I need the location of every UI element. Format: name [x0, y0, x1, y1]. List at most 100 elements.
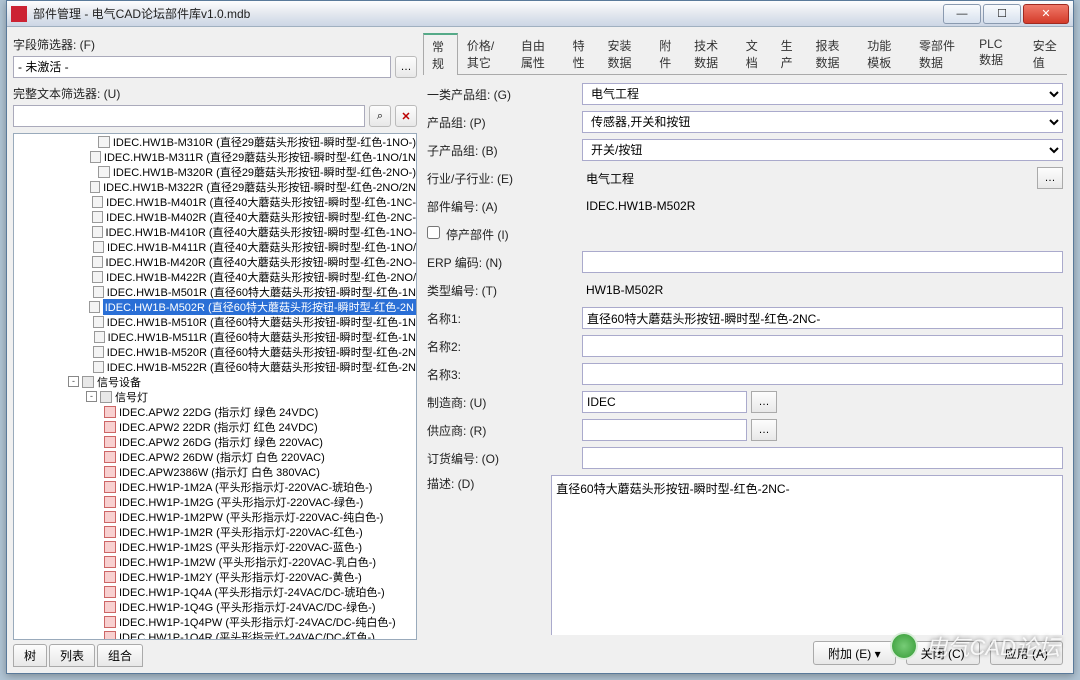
detail-tab[interactable]: 附件: [650, 33, 685, 74]
part-icon: [94, 331, 105, 343]
industry-value: 电气工程: [582, 170, 1033, 187]
tree-node-label: IDEC.HW1B-M510R (直径60特大蘑菇头形按钮-瞬时型-红色-1N: [107, 314, 416, 330]
fulltext-filter-input[interactable]: [13, 105, 365, 127]
discontinued-label: 停产部件 (I): [446, 228, 509, 242]
detail-tab[interactable]: 价格/其它: [458, 33, 512, 74]
detail-tab[interactable]: 技术数据: [685, 33, 737, 74]
detail-tab[interactable]: 生产: [772, 33, 807, 74]
apply-button[interactable]: 应用 (A): [990, 641, 1063, 665]
search-button[interactable]: ⌕: [369, 105, 391, 127]
close-button[interactable]: ✕: [1023, 4, 1069, 24]
tree-node[interactable]: IDEC.HW1P-1M2S (平头形指示灯-220VAC-蓝色-): [14, 539, 416, 554]
tree-node-label: IDEC.HW1B-M401R (直径40大蘑菇头形按钮-瞬时型-红色-1NC-: [106, 194, 416, 210]
tree-node[interactable]: IDEC.APW2 22DG (指示灯 绿色 24VDC): [14, 404, 416, 419]
extras-button[interactable]: 附加 (E) ▾: [813, 641, 896, 665]
order-input[interactable]: [582, 447, 1063, 469]
lamp-icon: [104, 421, 116, 433]
tree-node[interactable]: IDEC.HW1B-M511R (直径60特大蘑菇头形按钮-瞬时型-红色-1N: [14, 329, 416, 344]
detail-tab[interactable]: PLC 数据: [970, 33, 1024, 74]
tree-node[interactable]: IDEC.HW1P-1M2PW (平头形指示灯-220VAC-纯白色-): [14, 509, 416, 524]
tree-node-label: IDEC.HW1B-M501R (直径60特大蘑菇头形按钮-瞬时型-红色-1N: [107, 284, 416, 300]
detail-tab[interactable]: 自由属性: [512, 33, 564, 74]
expand-toggle-icon[interactable]: -: [68, 376, 79, 387]
bottom-tab[interactable]: 树: [13, 644, 47, 667]
tree-node[interactable]: -信号设备: [14, 374, 416, 389]
detail-tab[interactable]: 零部件数据: [910, 33, 970, 74]
tree-node[interactable]: IDEC.HW1P-1Q4PW (平头形指示灯-24VAC/DC-纯白色-): [14, 614, 416, 629]
tree-node[interactable]: IDEC.HW1B-M322R (直径29蘑菇头形按钮-瞬时型-红色-2NO/2…: [14, 179, 416, 194]
name3-input[interactable]: [582, 363, 1063, 385]
tree-node[interactable]: IDEC.HW1P-1M2W (平头形指示灯-220VAC-乳白色-): [14, 554, 416, 569]
tree-node[interactable]: IDEC.HW1P-1Q4A (平头形指示灯-24VAC/DC-琥珀色-): [14, 584, 416, 599]
tree-node-label: IDEC.HW1B-M502R (直径60特大蘑菇头形按钮-瞬时型-红色-2N: [103, 299, 416, 315]
part-icon: [92, 271, 103, 283]
detail-tab[interactable]: 文档: [737, 33, 772, 74]
tree-node[interactable]: IDEC.APW2 26DW (指示灯 白色 220VAC): [14, 449, 416, 464]
clear-filter-button[interactable]: ✕: [395, 105, 417, 127]
industry-ellipsis-button[interactable]: …: [1037, 167, 1063, 189]
lamp-icon: [104, 496, 116, 508]
tree-node[interactable]: IDEC.APW2 22DR (指示灯 红色 24VDC): [14, 419, 416, 434]
tree-node[interactable]: IDEC.HW1P-1M2Y (平头形指示灯-220VAC-黄色-): [14, 569, 416, 584]
detail-tab[interactable]: 报表数据: [807, 33, 859, 74]
tree-node[interactable]: IDEC.HW1B-M410R (直径40大蘑菇头形按钮-瞬时型-红色-1NO-: [14, 224, 416, 239]
desc-label: 描述: (D): [427, 475, 551, 492]
group3-select[interactable]: 开关/按钮: [582, 139, 1063, 161]
tree-node[interactable]: IDEC.HW1B-M310R (直径29蘑菇头形按钮-瞬时型-红色-1NO-): [14, 134, 416, 149]
detail-tab[interactable]: 常规: [423, 33, 458, 75]
tree-node[interactable]: IDEC.HW1P-1Q4G (平头形指示灯-24VAC/DC-绿色-): [14, 599, 416, 614]
lamp-icon: [104, 451, 116, 463]
tree-node[interactable]: IDEC.HW1B-M522R (直径60特大蘑菇头形按钮-瞬时型-红色-2N: [14, 359, 416, 374]
tree-node[interactable]: IDEC.HW1B-M520R (直径60特大蘑菇头形按钮-瞬时型-红色-2N: [14, 344, 416, 359]
group1-select[interactable]: 电气工程: [582, 83, 1063, 105]
name1-input[interactable]: [582, 307, 1063, 329]
supplier-ellipsis-button[interactable]: …: [751, 419, 777, 441]
tree-node[interactable]: IDEC.HW1B-M501R (直径60特大蘑菇头形按钮-瞬时型-红色-1N: [14, 284, 416, 299]
minimize-button[interactable]: —: [943, 4, 981, 24]
tree-node[interactable]: IDEC.HW1B-M311R (直径29蘑菇头形按钮-瞬时型-红色-1NO/1…: [14, 149, 416, 164]
tree-node[interactable]: IDEC.HW1B-M502R (直径60特大蘑菇头形按钮-瞬时型-红色-2N: [14, 299, 416, 314]
tree-node-label: IDEC.HW1B-M320R (直径29蘑菇头形按钮-瞬时型-红色-2NO-): [113, 164, 416, 180]
group1-label: 一类产品组: (G): [427, 86, 582, 103]
type-label: 类型编号: (T): [427, 282, 582, 299]
tree-node[interactable]: IDEC.HW1B-M401R (直径40大蘑菇头形按钮-瞬时型-红色-1NC-: [14, 194, 416, 209]
tree-node-label: IDEC.HW1P-1Q4R (平头形指示灯-24VAC/DC-红色-): [119, 629, 375, 641]
bottom-tab[interactable]: 列表: [49, 644, 95, 667]
bottom-tab[interactable]: 组合: [97, 644, 143, 667]
tree-node[interactable]: IDEC.HW1B-M422R (直径40大蘑菇头形按钮-瞬时型-红色-2NO/: [14, 269, 416, 284]
tree-node-label: IDEC.HW1P-1M2A (平头形指示灯-220VAC-琥珀色-): [119, 479, 372, 495]
detail-tab[interactable]: 安装数据: [599, 33, 651, 74]
tree-node[interactable]: IDEC.HW1P-1Q4R (平头形指示灯-24VAC/DC-红色-): [14, 629, 416, 640]
part-icon: [93, 241, 104, 253]
tree-node[interactable]: IDEC.APW2 26DG (指示灯 绿色 220VAC): [14, 434, 416, 449]
group2-label: 产品组: (P): [427, 114, 582, 131]
expand-toggle-icon[interactable]: -: [86, 391, 97, 402]
name2-input[interactable]: [582, 335, 1063, 357]
tree-node[interactable]: IDEC.APW2386W (指示灯 白色 380VAC): [14, 464, 416, 479]
group2-select[interactable]: 传感器,开关和按钮: [582, 111, 1063, 133]
supplier-input[interactable]: [582, 419, 747, 441]
tree-node[interactable]: IDEC.HW1B-M320R (直径29蘑菇头形按钮-瞬时型-红色-2NO-): [14, 164, 416, 179]
tree-node[interactable]: IDEC.HW1P-1M2G (平头形指示灯-220VAC-绿色-): [14, 494, 416, 509]
tree-node[interactable]: -信号灯: [14, 389, 416, 404]
maximize-button[interactable]: ☐: [983, 4, 1021, 24]
tree-node-label: IDEC.APW2 22DR (指示灯 红色 24VDC): [119, 419, 318, 435]
detail-tab[interactable]: 功能模板: [858, 33, 910, 74]
tree-node[interactable]: IDEC.HW1B-M402R (直径40大蘑菇头形按钮-瞬时型-红色-2NC-: [14, 209, 416, 224]
tree-node[interactable]: IDEC.HW1B-M420R (直径40大蘑菇头形按钮-瞬时型-红色-2NO-: [14, 254, 416, 269]
mfr-ellipsis-button[interactable]: …: [751, 391, 777, 413]
discontinued-checkbox[interactable]: [427, 226, 440, 239]
parts-tree[interactable]: IDEC.HW1B-M310R (直径29蘑菇头形按钮-瞬时型-红色-1NO-)…: [13, 133, 417, 640]
mfr-input[interactable]: [582, 391, 747, 413]
tree-node[interactable]: IDEC.HW1B-M411R (直径40大蘑菇头形按钮-瞬时型-红色-1NO/: [14, 239, 416, 254]
field-filter-ellipsis-button[interactable]: …: [395, 56, 417, 78]
detail-tab[interactable]: 安全值: [1024, 33, 1067, 74]
tree-node[interactable]: IDEC.HW1P-1M2A (平头形指示灯-220VAC-琥珀色-): [14, 479, 416, 494]
tree-node[interactable]: IDEC.HW1B-M510R (直径60特大蘑菇头形按钮-瞬时型-红色-1N: [14, 314, 416, 329]
desc-textarea[interactable]: [551, 475, 1063, 635]
field-filter-select[interactable]: - 未激活 -: [13, 56, 391, 78]
close-dialog-button[interactable]: 关闭 (C): [906, 641, 980, 665]
erp-input[interactable]: [582, 251, 1063, 273]
tree-node[interactable]: IDEC.HW1P-1M2R (平头形指示灯-220VAC-红色-): [14, 524, 416, 539]
detail-tab[interactable]: 特性: [564, 33, 599, 74]
